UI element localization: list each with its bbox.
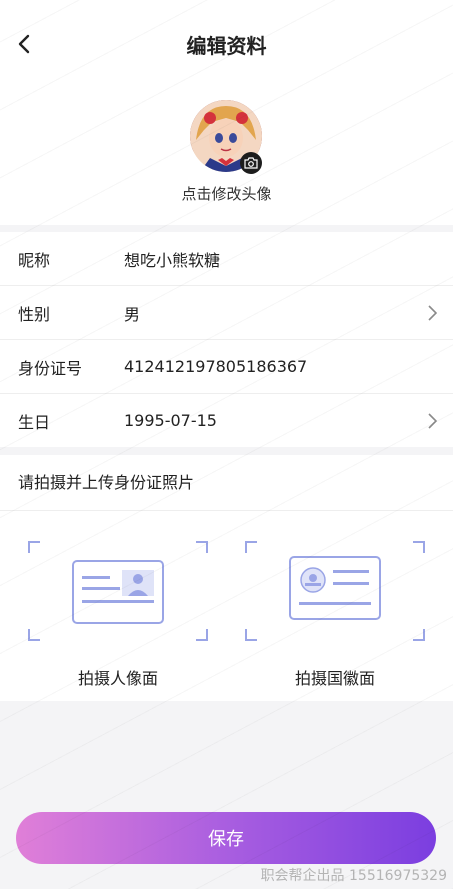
id-front-label[interactable]: 拍摄人像面 [28, 665, 208, 689]
chevron-right-icon [423, 412, 437, 429]
save-button[interactable]: 保存 [16, 812, 436, 864]
birthday-row[interactable]: 生日 1995-07-15 [0, 394, 453, 447]
nickname-label: 昵称 [18, 250, 51, 270]
profile-field-list: 昵称 想吃小熊软糖 性别 男 身份证号 412412197805186367 生… [0, 232, 453, 447]
birthday-value: 1995-07-15 [124, 411, 217, 430]
frame-corner [413, 629, 425, 641]
chevron-right-icon [423, 304, 437, 321]
nickname-row[interactable]: 昵称 想吃小熊软糖 [0, 232, 453, 286]
edit-profile-page: 编辑资料 点击修改头像 昵称 想吃小熊软糖 性别 男 身份证号 41241219… [0, 0, 453, 889]
frame-corner [28, 541, 40, 553]
nickname-value[interactable]: 想吃小熊软糖 [124, 247, 437, 271]
id-card-portrait-icon [72, 560, 164, 624]
id-upload-prompt: 请拍摄并上传身份证照片 [0, 455, 453, 511]
birthday-label: 生日 [18, 412, 51, 432]
frame-corner [413, 541, 425, 553]
gender-value: 男 [124, 304, 141, 324]
id-front-upload[interactable] [28, 541, 208, 641]
frame-corner [196, 541, 208, 553]
gender-label: 性别 [18, 304, 51, 324]
frame-corner [245, 629, 257, 641]
frame-corner [28, 629, 40, 641]
id-card-emblem-icon [289, 556, 381, 620]
page-title: 编辑资料 [186, 34, 267, 58]
id-number-row[interactable]: 身份证号 412412197805186367 [0, 340, 453, 394]
frame-corner [245, 541, 257, 553]
gender-row[interactable]: 性别 男 [0, 286, 453, 340]
id-back-label[interactable]: 拍摄国徽面 [245, 665, 425, 689]
change-avatar-button[interactable] [240, 152, 262, 174]
camera-icon [244, 157, 258, 169]
change-avatar-label[interactable]: 点击修改头像 [0, 183, 453, 204]
id-back-upload[interactable] [245, 541, 425, 641]
id-number-label: 身份证号 [18, 358, 83, 378]
top-bar: 编辑资料 [0, 0, 453, 90]
frame-corner [196, 629, 208, 641]
avatar-section: 点击修改头像 [0, 90, 453, 225]
watermark-text: 职会帮企出品 15516975329 [260, 868, 447, 884]
id-number-value[interactable]: 412412197805186367 [124, 357, 437, 376]
